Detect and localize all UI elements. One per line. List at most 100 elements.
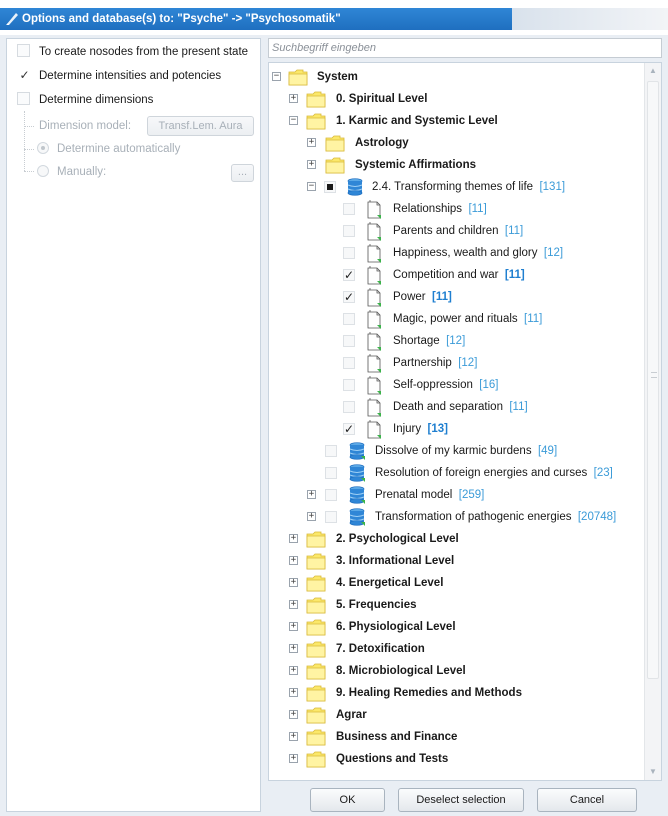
tree-checkbox[interactable] — [343, 379, 355, 391]
option-determine-dimensions-label: Determine dimensions — [39, 94, 154, 106]
folder-icon — [288, 69, 308, 86]
tree-node-label: 9. Healing Remedies and Methods — [336, 687, 522, 699]
document-icon — [367, 222, 381, 241]
themes-count: [131] — [539, 181, 566, 193]
db-count: [23] — [593, 467, 613, 479]
expand-icon[interactable]: + — [289, 644, 298, 653]
item-label: Death and separation — [393, 401, 503, 413]
cancel-button[interactable]: Cancel — [537, 788, 637, 812]
manually-browse-button[interactable]: ... — [231, 164, 254, 182]
expand-icon[interactable]: + — [307, 512, 316, 521]
expand-icon[interactable]: + — [289, 600, 298, 609]
item-count: [11] — [524, 313, 543, 325]
scroll-up-arrow-icon[interactable]: ▲ — [645, 63, 661, 79]
tree-checkbox[interactable] — [343, 203, 355, 215]
tree-checkbox-checked[interactable]: ✓ — [343, 291, 355, 303]
option-determine-intensities[interactable]: Determine intensities and potencies — [17, 67, 221, 85]
database-icon — [347, 178, 363, 196]
item-label: Relationships — [393, 203, 463, 215]
tree-checkbox[interactable] — [343, 401, 355, 413]
tree-checkbox[interactable] — [343, 225, 355, 237]
checkbox-create-nosodes[interactable] — [17, 44, 30, 57]
database-icon — [349, 464, 365, 482]
radio-determine-automatically-label: Determine automatically — [57, 143, 181, 155]
tree-node-label: Power [11] — [393, 286, 452, 308]
radio-manually-row[interactable]: Manually: — [37, 163, 106, 181]
expand-icon[interactable]: + — [307, 160, 316, 169]
expand-icon[interactable]: + — [289, 534, 298, 543]
radio-determine-automatically-row[interactable]: Determine automatically — [37, 140, 180, 158]
item-label: Competition and war — [393, 269, 499, 281]
database-icon — [349, 442, 365, 460]
folder-icon — [306, 91, 326, 108]
folder-icon — [306, 597, 326, 614]
database-icon — [349, 486, 365, 504]
tree-node-label: Happiness, wealth and glory [12] — [393, 242, 563, 264]
folder-icon — [306, 553, 326, 570]
search-input[interactable] — [268, 38, 662, 58]
document-icon — [367, 200, 381, 219]
expand-icon[interactable]: + — [289, 556, 298, 565]
tree-checkbox[interactable] — [325, 445, 337, 457]
expand-icon[interactable]: + — [289, 710, 298, 719]
collapse-icon[interactable]: − — [307, 182, 316, 191]
tree-node-label: 5. Frequencies — [336, 599, 417, 611]
tree-checkbox[interactable] — [343, 247, 355, 259]
item-label: Power — [393, 291, 426, 303]
folder-icon — [306, 707, 326, 724]
expand-icon[interactable]: + — [289, 688, 298, 697]
tree-node-label: 0. Spiritual Level — [336, 93, 428, 105]
scroll-down-arrow-icon[interactable]: ▼ — [645, 764, 661, 780]
db-label: Resolution of foreign energies and curse… — [375, 467, 588, 479]
expand-icon[interactable]: + — [307, 490, 316, 499]
tree-node-label: Injury [13] — [393, 418, 448, 440]
dimension-model-button[interactable]: Transf.Lem. Aura — [147, 116, 254, 136]
tree-checkbox-partial[interactable] — [324, 181, 336, 193]
checkbox-determine-dimensions[interactable] — [17, 92, 30, 105]
ok-button[interactable]: OK — [310, 788, 385, 812]
vertical-scrollbar[interactable]: ▲ ▼ — [644, 63, 661, 780]
item-label: Happiness, wealth and glory — [393, 247, 538, 259]
tree-guide — [24, 149, 34, 150]
tree-checkbox[interactable] — [343, 357, 355, 369]
tree-node-label: Questions and Tests — [336, 753, 449, 765]
tree-node-label: 1. Karmic and Systemic Level — [336, 115, 498, 127]
tree-checkbox[interactable] — [325, 489, 337, 501]
collapse-icon[interactable]: − — [289, 116, 298, 125]
tree-node-label: 7. Detoxification — [336, 643, 425, 655]
option-determine-dimensions[interactable]: Determine dimensions — [17, 91, 153, 109]
tree-checkbox-checked[interactable]: ✓ — [343, 423, 355, 435]
expand-icon[interactable]: + — [289, 666, 298, 675]
tree-node-label: Systemic Affirmations — [355, 159, 476, 171]
deselect-selection-button[interactable]: Deselect selection — [398, 788, 524, 812]
folder-icon — [306, 751, 326, 768]
expand-icon[interactable]: + — [289, 578, 298, 587]
expand-icon[interactable]: + — [307, 138, 316, 147]
tree-checkbox-checked[interactable]: ✓ — [343, 269, 355, 281]
radio-manually-label: Manually: — [57, 166, 107, 178]
tree-checkbox[interactable] — [343, 313, 355, 325]
checkbox-determine-intensities[interactable] — [17, 68, 31, 81]
item-count: [11] — [504, 225, 524, 237]
expand-icon[interactable]: + — [289, 732, 298, 741]
tree-checkbox[interactable] — [325, 511, 337, 523]
tree-node-label: Magic, power and rituals [11] — [393, 308, 542, 330]
folder-icon — [306, 575, 326, 592]
expand-icon[interactable]: + — [289, 754, 298, 763]
folder-icon — [325, 135, 345, 152]
options-panel: To create nosodes from the present state… — [6, 38, 261, 812]
tree-node-label: Death and separation [11] — [393, 396, 528, 418]
radio-manually[interactable] — [37, 165, 49, 177]
tree-checkbox[interactable] — [325, 467, 337, 479]
expand-icon[interactable]: + — [289, 94, 298, 103]
db-count: [259] — [458, 489, 485, 501]
option-create-nosodes[interactable]: To create nosodes from the present state — [17, 43, 248, 61]
collapse-icon[interactable]: − — [272, 72, 281, 81]
themes-label: 2.4. Transforming themes of life — [372, 181, 534, 193]
title-bar: Options and database(s) to: "Psyche" -> … — [0, 0, 668, 35]
tree-checkbox[interactable] — [343, 335, 355, 347]
radio-determine-automatically[interactable] — [37, 142, 49, 154]
folder-icon — [306, 619, 326, 636]
expand-icon[interactable]: + — [289, 622, 298, 631]
scroll-thumb[interactable] — [647, 81, 659, 679]
